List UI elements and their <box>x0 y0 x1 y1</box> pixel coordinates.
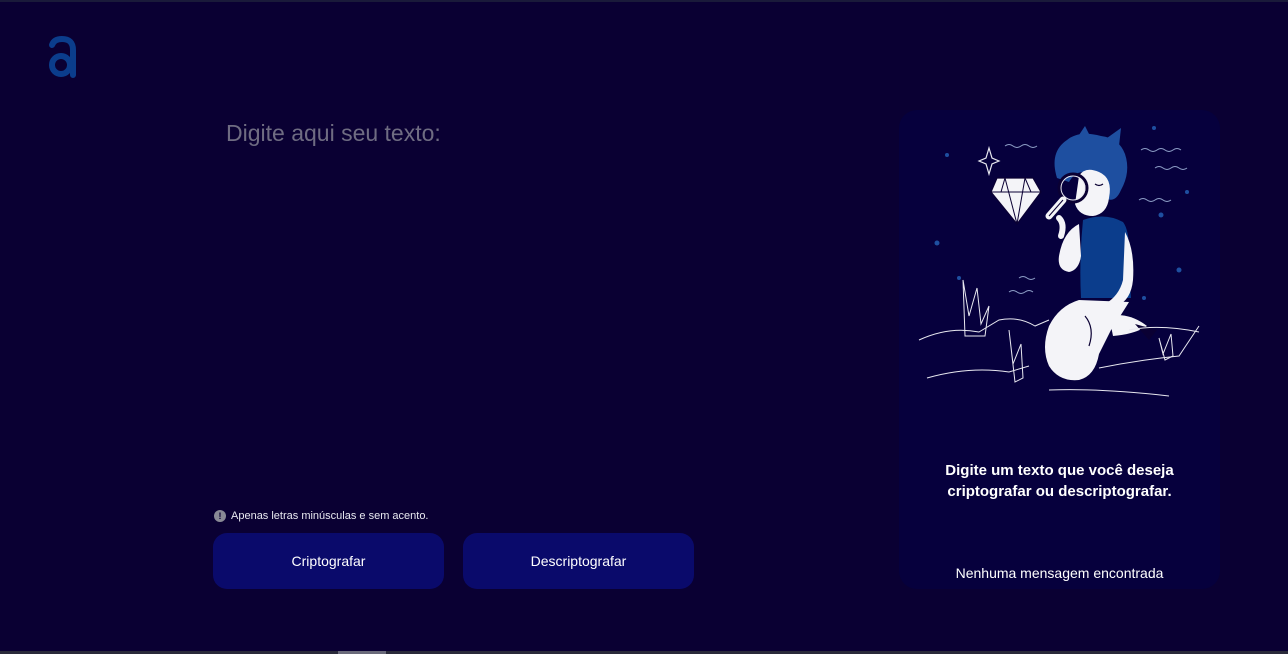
info-icon: ! <box>214 510 226 522</box>
input-hint: ! Apenas letras minúsculas e sem acento. <box>214 510 429 522</box>
empty-message: Nenhuma mensagem encontrada <box>955 565 1164 581</box>
person-with-magnifying-glass-illustration <box>918 126 1200 397</box>
message-input[interactable] <box>226 120 826 490</box>
alura-logo-icon <box>49 36 76 78</box>
decrypt-button[interactable]: Descriptografar <box>463 533 694 589</box>
encrypt-button[interactable]: Criptografar <box>213 533 444 589</box>
app-page: ! Apenas letras minúsculas e sem acento.… <box>0 0 1288 654</box>
output-title: Digite um texto que você deseja criptogr… <box>945 462 1174 500</box>
output-panel: Digite um texto que você deseja criptogr… <box>899 110 1220 589</box>
hint-text: Apenas letras minúsculas e sem acento. <box>231 510 429 522</box>
